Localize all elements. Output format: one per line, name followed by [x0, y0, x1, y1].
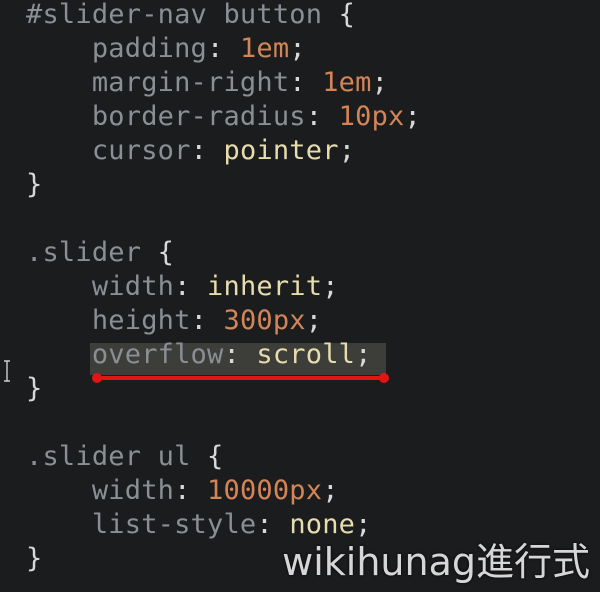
- code-token-kw: inherit: [207, 271, 323, 302]
- code-token-sel: #slider-nav button: [26, 0, 323, 30]
- underline-end-dot: [379, 373, 389, 383]
- watermark: wikihunag進行式: [282, 540, 590, 584]
- code-token-colon: :: [190, 305, 224, 336]
- code-token-prop: margin-right: [26, 67, 290, 98]
- code-line: padding: 1em;: [26, 32, 306, 66]
- code-line: width: inherit;: [26, 270, 339, 304]
- code-line: cursor: pointer;: [26, 134, 355, 168]
- code-token-brace: }: [26, 169, 43, 200]
- code-token-prop: overflow: [26, 339, 224, 370]
- code-token-prop: padding: [26, 33, 208, 64]
- code-line: margin-right: 1em;: [26, 66, 388, 100]
- i-beam-cursor-icon: [4, 360, 10, 382]
- underline-start-dot: [92, 373, 102, 383]
- code-token-semi: ;: [355, 339, 372, 370]
- code-token-prop: height: [26, 305, 191, 336]
- code-token-num: 1em: [322, 67, 372, 98]
- code-token-colon: :: [174, 475, 208, 506]
- code-token-num: 10000px: [207, 475, 323, 506]
- code-line: .slider ul {: [26, 440, 223, 474]
- code-token-semi: ;: [338, 135, 356, 166]
- code-token-brace: {: [190, 441, 224, 472]
- code-token-kw: pointer: [223, 135, 339, 166]
- code-line: border-radius: 10px;: [26, 100, 421, 134]
- code-token-semi: ;: [322, 475, 339, 506]
- code-line: overflow: scroll;: [26, 338, 372, 372]
- code-editor[interactable]: #slider-nav button { padding: 1em; margi…: [0, 0, 600, 592]
- code-token-num: 300px: [223, 305, 306, 336]
- code-token-sel: .slider ul: [26, 441, 191, 472]
- code-line: width: 10000px;: [26, 474, 339, 508]
- code-line: .slider {: [26, 236, 174, 270]
- code-token-brace: {: [141, 237, 175, 268]
- code-token-colon: :: [190, 135, 224, 166]
- code-token-num: 10px: [338, 101, 405, 132]
- red-underline-annotation: [96, 376, 386, 380]
- code-token-colon: :: [289, 67, 323, 98]
- code-line: #slider-nav button {: [26, 0, 355, 32]
- code-token-colon: :: [207, 33, 240, 64]
- code-line: }: [26, 168, 42, 202]
- code-token-colon: :: [174, 271, 208, 302]
- code-line: }: [26, 372, 42, 406]
- code-token-prop: border-radius: [26, 101, 306, 132]
- code-line: height: 300px;: [26, 304, 322, 338]
- code-token-prop: width: [26, 271, 175, 302]
- code-token-semi: ;: [404, 101, 421, 132]
- code-token-brace: }: [26, 373, 43, 404]
- code-token-prop: cursor: [26, 135, 191, 166]
- code-token-prop: width: [26, 475, 175, 506]
- code-token-semi: ;: [305, 305, 323, 336]
- code-line: }: [26, 542, 42, 576]
- code-token-brace: }: [26, 543, 43, 574]
- code-token-semi: ;: [322, 271, 339, 302]
- code-token-colon: :: [223, 339, 257, 370]
- code-token-brace: {: [322, 0, 356, 30]
- code-token-sel: .slider: [26, 237, 142, 268]
- code-token-semi: ;: [289, 33, 306, 64]
- code-token-colon: :: [305, 101, 339, 132]
- code-token-prop: list-style: [26, 509, 257, 540]
- code-token-num: 1em: [239, 33, 290, 64]
- code-token-semi: ;: [371, 67, 389, 98]
- code-token-kw: scroll: [256, 339, 356, 370]
